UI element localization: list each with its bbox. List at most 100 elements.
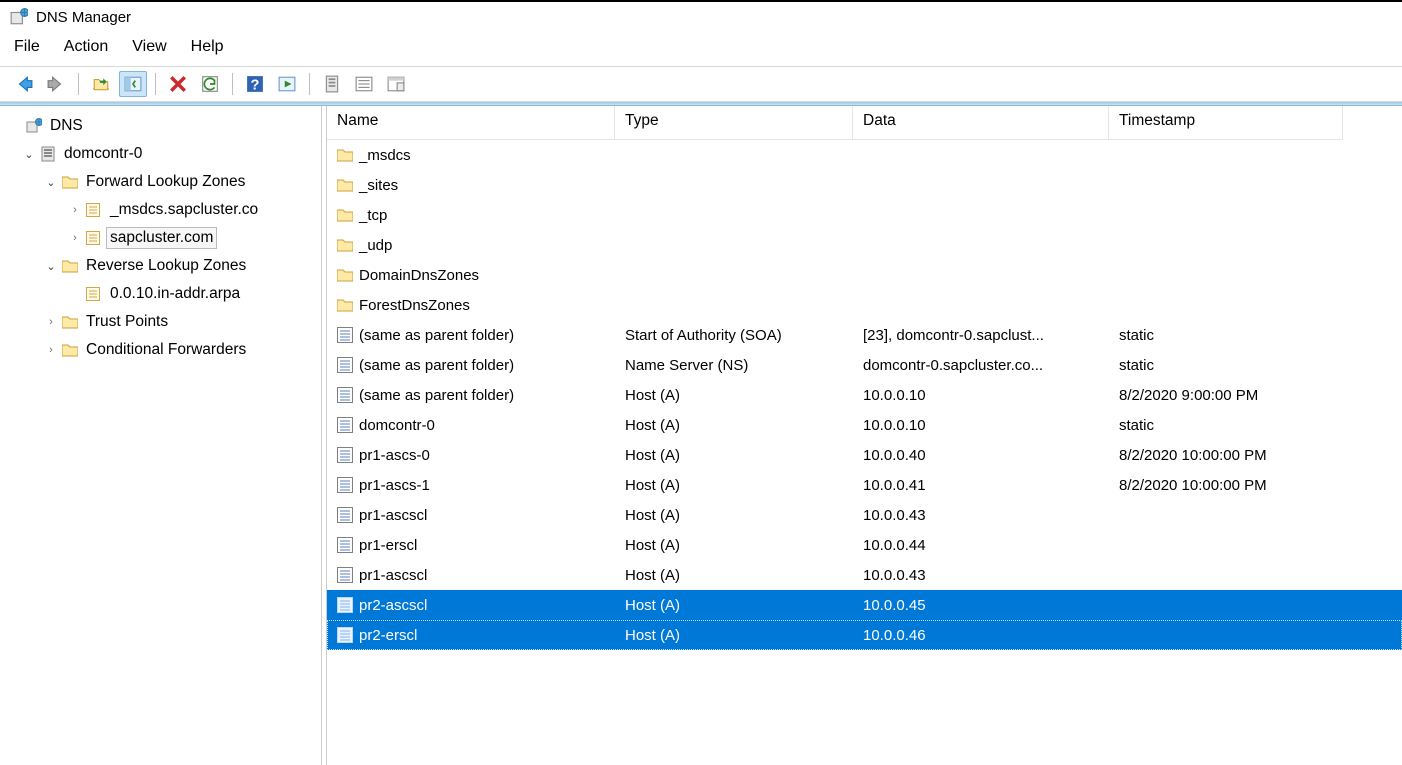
column-header-type[interactable]: Type (615, 106, 853, 140)
table-row[interactable]: (same as parent folder)Host (A)10.0.0.10… (327, 380, 1402, 410)
filter-button[interactable] (382, 71, 410, 97)
console-tree-toggle-button[interactable] (119, 71, 147, 97)
table-row[interactable]: pr2-ersclHost (A)10.0.0.46 (327, 620, 1402, 650)
cell-type: Start of Authority (SOA) (625, 327, 782, 344)
new-server-button[interactable] (318, 71, 346, 97)
tree-node-zone-selected[interactable]: › sapcluster.com (4, 224, 321, 252)
console-tree[interactable]: DNS ⌄ domcontr-0 (0, 106, 322, 765)
cell-type: Host (A) (625, 597, 680, 614)
tree-node-server[interactable]: ⌄ domcontr-0 (4, 140, 321, 168)
forward-button[interactable] (42, 71, 70, 97)
cell-name: (same as parent folder) (359, 357, 514, 374)
cell-type: Host (A) (625, 477, 680, 494)
cell-name: pr1-ascs-1 (359, 477, 430, 494)
cell-name: pr1-ascscl (359, 507, 427, 524)
column-header-data[interactable]: Data (853, 106, 1109, 140)
toolbar-separator (78, 73, 79, 95)
cell-data: 10.0.0.10 (863, 417, 926, 434)
tree-label: Conditional Forwarders (82, 339, 250, 361)
table-row[interactable]: pr1-ascsclHost (A)10.0.0.43 (327, 500, 1402, 530)
menu-view[interactable]: View (132, 38, 166, 56)
up-button[interactable] (87, 71, 115, 97)
cell-timestamp: 8/2/2020 9:00:00 PM (1119, 387, 1258, 404)
grid-body: _msdcs _sites _tcp _udp DomainDnsZones Forest… (327, 140, 1402, 650)
cell-name: domcontr-0 (359, 417, 435, 434)
folder-icon (337, 147, 353, 163)
cell-data: 10.0.0.46 (863, 627, 926, 644)
cell-name: _udp (359, 237, 392, 254)
table-row[interactable]: _udp (327, 230, 1402, 260)
record-icon (337, 387, 353, 403)
chevron-right-icon[interactable]: › (44, 344, 58, 356)
cell-type: Host (A) (625, 537, 680, 554)
cell-data: 10.0.0.10 (863, 387, 926, 404)
zone-icon (86, 230, 102, 246)
table-row[interactable]: pr1-ersclHost (A)10.0.0.44 (327, 530, 1402, 560)
record-icon (337, 537, 353, 553)
cell-data: 10.0.0.41 (863, 477, 926, 494)
folder-icon (62, 258, 78, 274)
records-grid[interactable]: Name Type Data Timestamp _msdcs _sites _tc… (327, 106, 1402, 765)
table-row[interactable]: domcontr-0Host (A)10.0.0.10static (327, 410, 1402, 440)
tree-node-rlz[interactable]: ⌄ Reverse Lookup Zones (4, 252, 321, 280)
zone-icon (86, 286, 102, 302)
record-icon (337, 447, 353, 463)
tree-node-conditional-forwarders[interactable]: › Conditional Forwarders (4, 336, 321, 364)
record-icon (337, 567, 353, 583)
menu-file[interactable]: File (14, 38, 40, 56)
properties-button[interactable] (350, 71, 378, 97)
chevron-right-icon[interactable]: › (44, 316, 58, 328)
table-row[interactable]: pr1-ascsclHost (A)10.0.0.43 (327, 560, 1402, 590)
chevron-down-icon[interactable]: ⌄ (22, 148, 36, 161)
tree-label: _msdcs.sapcluster.co (106, 199, 262, 221)
cell-name: _msdcs (359, 147, 411, 164)
tree-label: sapcluster.com (106, 227, 217, 249)
cell-name: ForestDnsZones (359, 297, 470, 314)
cell-data: 10.0.0.44 (863, 537, 926, 554)
chevron-right-icon[interactable]: › (68, 232, 82, 244)
refresh-button[interactable] (196, 71, 224, 97)
chevron-down-icon[interactable]: ⌄ (44, 260, 58, 273)
table-row[interactable]: pr1-ascs-0Host (A)10.0.0.408/2/2020 10:0… (327, 440, 1402, 470)
back-button[interactable] (10, 71, 38, 97)
tree-label: DNS (46, 115, 87, 137)
chevron-down-icon[interactable]: ⌄ (44, 176, 58, 189)
record-icon (337, 417, 353, 433)
menu-help[interactable]: Help (191, 38, 224, 56)
table-row[interactable]: pr1-ascs-1Host (A)10.0.0.418/2/2020 10:0… (327, 470, 1402, 500)
table-row[interactable]: _sites (327, 170, 1402, 200)
tree-node-flz[interactable]: ⌄ Forward Lookup Zones (4, 168, 321, 196)
tree-node-dns[interactable]: DNS (4, 112, 321, 140)
table-row[interactable]: (same as parent folder)Name Server (NS)d… (327, 350, 1402, 380)
cell-timestamp: static (1119, 357, 1154, 374)
window: DNS Manager File Action View Help (0, 0, 1402, 765)
cell-type: Name Server (NS) (625, 357, 748, 374)
tree-label: domcontr-0 (60, 143, 146, 165)
table-row[interactable]: ForestDnsZones (327, 290, 1402, 320)
dns-manager-icon (10, 8, 28, 26)
preview-button[interactable] (273, 71, 301, 97)
help-button[interactable] (241, 71, 269, 97)
column-header-name[interactable]: Name (327, 106, 615, 140)
tree-node-trust-points[interactable]: › Trust Points (4, 308, 321, 336)
cell-data: 10.0.0.43 (863, 567, 926, 584)
table-row[interactable]: _msdcs (327, 140, 1402, 170)
tree-node-zone[interactable]: › _msdcs.sapcluster.co (4, 196, 321, 224)
menu-action[interactable]: Action (64, 38, 108, 56)
cell-name: DomainDnsZones (359, 267, 479, 284)
cell-name: _sites (359, 177, 398, 194)
cell-name: _tcp (359, 207, 387, 224)
table-row[interactable]: _tcp (327, 200, 1402, 230)
table-row[interactable]: DomainDnsZones (327, 260, 1402, 290)
cell-type: Host (A) (625, 447, 680, 464)
delete-button[interactable] (164, 71, 192, 97)
table-row[interactable]: (same as parent folder) Start of Authorit… (327, 320, 1402, 350)
chevron-right-icon[interactable]: › (68, 204, 82, 216)
cell-name: (same as parent folder) (359, 327, 514, 344)
folder-icon (62, 174, 78, 190)
tree-node-zone[interactable]: 0.0.10.in-addr.arpa (4, 280, 321, 308)
column-header-timestamp[interactable]: Timestamp (1109, 106, 1343, 140)
table-row[interactable]: pr2-ascsclHost (A)10.0.0.45 (327, 590, 1402, 620)
grid-header: Name Type Data Timestamp (327, 106, 1402, 140)
cell-type: Host (A) (625, 387, 680, 404)
